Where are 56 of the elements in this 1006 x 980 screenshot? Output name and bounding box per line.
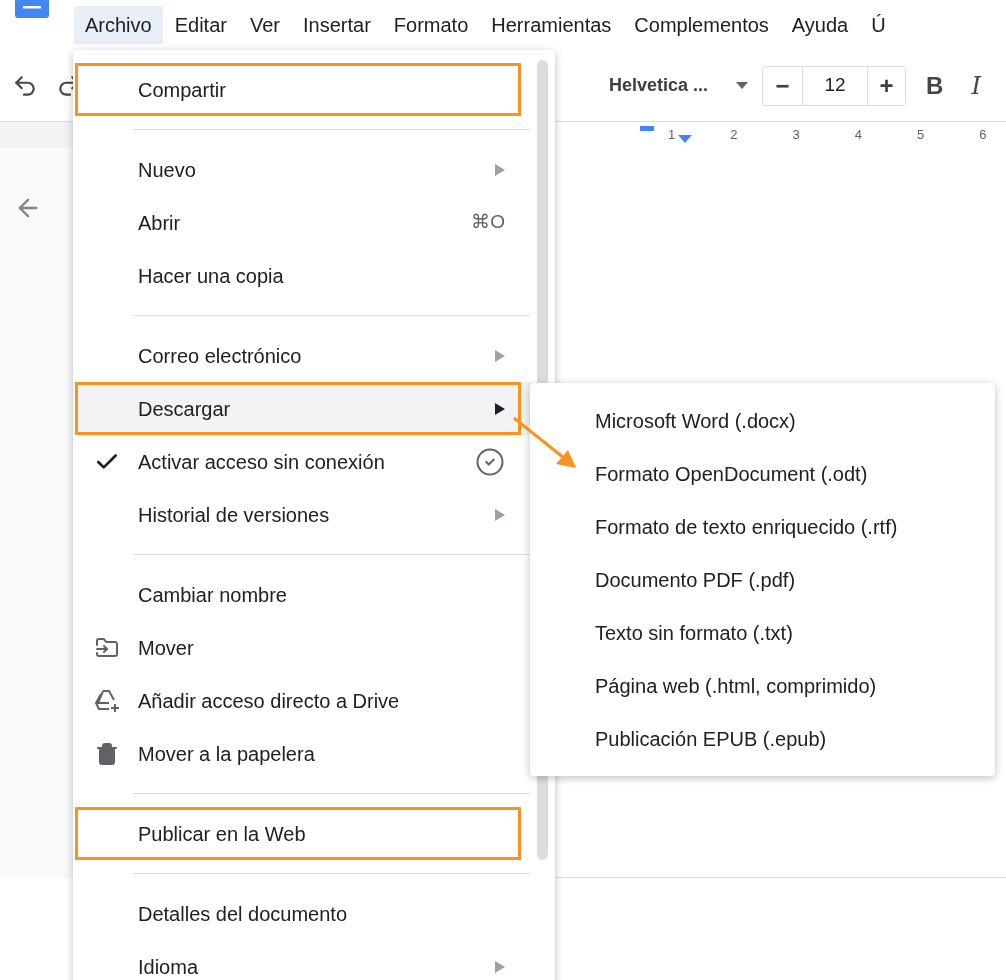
ruler-number: 2: [730, 126, 738, 145]
submenu-arrow-icon: [495, 349, 505, 362]
dropdown-caret-icon: [736, 82, 749, 89]
file-menu-item[interactable]: Cambiar nombre: [73, 568, 533, 621]
increase-size-button[interactable]: +: [867, 66, 906, 105]
trash-icon: [94, 741, 119, 766]
menu-bar-item[interactable]: Ayuda: [780, 6, 860, 44]
submenu-item[interactable]: Formato de texto enriquecido (.rtf): [530, 500, 995, 553]
indent-marker[interactable]: [640, 126, 654, 131]
file-menu-item[interactable]: Compartir: [73, 63, 533, 116]
font-size-field[interactable]: 12: [803, 71, 868, 100]
file-menu-item[interactable]: Activar acceso sin conexión: [73, 435, 533, 488]
ruler-number: 3: [792, 126, 800, 145]
menu-bar-item[interactable]: Ú: [860, 6, 897, 44]
ruler-number: 5: [916, 126, 925, 145]
file-menu-item[interactable]: Correo electrónico: [73, 329, 533, 382]
submenu-arrow-icon: [495, 402, 505, 415]
file-menu-item[interactable]: Mover a la papelera: [73, 727, 533, 780]
decrease-size-button[interactable]: −: [763, 66, 804, 105]
file-menu-item[interactable]: Abrir ⌘O: [73, 196, 533, 249]
submenu-item[interactable]: Microsoft Word (.docx): [530, 394, 995, 447]
file-menu-item[interactable]: Idioma: [73, 940, 533, 980]
folder-arrow-icon: [94, 635, 119, 660]
file-menu-item[interactable]: Nuevo: [73, 143, 533, 196]
menu-bar-item[interactable]: Archivo: [74, 6, 163, 44]
submenu-arrow-icon: [495, 163, 505, 176]
file-menu-item[interactable]: Publicar en la Web: [73, 807, 533, 860]
offline-status-icon: [475, 446, 505, 477]
file-menu-item[interactable]: Descargar: [73, 382, 533, 435]
file-menu-item[interactable]: Historial de versiones: [73, 488, 533, 541]
ruler-number: 1: [668, 126, 676, 145]
docs-logo-icon[interactable]: [15, 0, 49, 18]
ruler-number: 4: [854, 126, 862, 145]
menu-bar-item[interactable]: Complementos: [623, 6, 780, 44]
bold-button[interactable]: B: [926, 67, 944, 104]
file-menu-item[interactable]: Detalles del documento: [73, 887, 533, 940]
file-menu-item[interactable]: Mover: [73, 621, 533, 674]
menu-bar-item[interactable]: Ver: [238, 6, 291, 44]
menu-bar-item[interactable]: Herramientas: [480, 6, 623, 44]
submenu-item[interactable]: Página web (.html, comprimido): [530, 659, 995, 712]
submenu-item[interactable]: Documento PDF (.pdf): [530, 553, 995, 606]
drive-shortcut-icon: [93, 688, 120, 713]
file-menu-item[interactable]: Hacer una copia: [73, 249, 533, 302]
italic-button[interactable]: I: [971, 67, 981, 104]
indent-triangle-icon[interactable]: [678, 135, 692, 143]
submenu-arrow-icon: [495, 508, 505, 521]
submenu-item[interactable]: Formato OpenDocument (.odt): [530, 447, 995, 500]
ruler-number: 6: [979, 126, 987, 145]
menu-bar-item[interactable]: Editar: [163, 6, 238, 44]
submenu-arrow-icon: [495, 960, 505, 973]
font-dropdown[interactable]: Helvetica ...: [609, 72, 749, 99]
menu-bar-item[interactable]: Insertar: [292, 6, 382, 44]
menu-bar-item[interactable]: Formato: [382, 6, 480, 44]
file-menu-item[interactable]: Añadir acceso directo a Drive: [73, 674, 533, 727]
submenu-item[interactable]: Texto sin formato (.txt): [530, 606, 995, 659]
submenu-item[interactable]: Publicación EPUB (.epub): [530, 712, 995, 765]
